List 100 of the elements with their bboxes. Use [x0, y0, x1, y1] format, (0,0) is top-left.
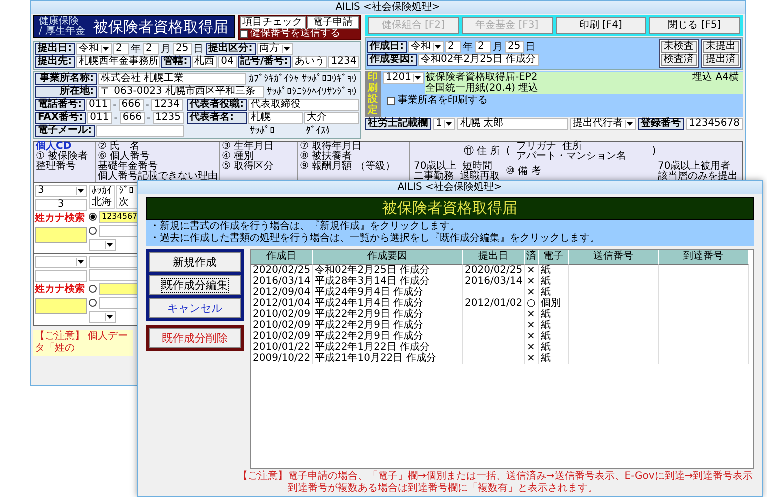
table-cell: 紙 — [539, 331, 569, 342]
form-title: 被保険者資格取得届 — [94, 18, 229, 36]
bracket: ( — [506, 147, 510, 157]
table-cell: × — [525, 320, 539, 331]
field-label: 事業所名称: — [35, 73, 97, 85]
table-cell: 平成22年2月9日 作成分 — [313, 309, 463, 320]
column-heading: ④ 種別 — [222, 152, 254, 162]
table-cell: × — [525, 309, 539, 320]
form-name: 被保険者資格取得届-EP2 — [425, 72, 538, 83]
table-cell: 紙 — [539, 287, 569, 298]
table-cell: 平成21年10月22日 作成分 — [313, 353, 463, 364]
unit-label: - — [113, 112, 119, 124]
table-cell: × — [525, 287, 539, 298]
table-cell: 平成24年9月4日 作成分 — [313, 287, 463, 298]
table-cell: 2012/01/02 — [463, 298, 525, 309]
column-heading: ⑦ 取得年月日 — [300, 142, 364, 152]
table-cell: 2012/01/04 — [251, 298, 313, 309]
notice-text: 【ご注意】 個人データ「姓の — [33, 330, 133, 356]
kana-reading: ﾎｯｶｲ — [91, 186, 113, 197]
unit-label: 月 — [160, 44, 172, 54]
table-cell: 紙 — [539, 342, 569, 353]
title-bar: AILIS <社会保険処理> — [138, 181, 762, 194]
table-cell: 紙 — [539, 265, 569, 276]
field-label: 記号/番号: — [238, 56, 292, 68]
table-cell: 平成22年2月9日 作成分 — [313, 320, 463, 331]
table-cell: 平成28年3月14日 作成分 — [313, 276, 463, 287]
table-cell: 令和02年2月25日 作成分 — [313, 265, 463, 276]
unit-label: 日 — [192, 44, 205, 54]
dialog-heading: 被保険者資格取得届 — [146, 197, 754, 220]
table-cell: 紙 — [539, 276, 569, 287]
paper-name: 全国統一用紙(20.4) 埋込 — [425, 83, 540, 94]
bracket: ) — [652, 147, 656, 157]
table-cell: × — [525, 276, 539, 287]
table-cell: × — [525, 353, 539, 364]
column-heading: ⑩ 備 考 — [506, 167, 542, 177]
table-cell: 2016/03/14 — [463, 276, 525, 287]
column-note: 70歳以上 — [414, 162, 457, 172]
table-cell: 2010/01/22 — [251, 342, 313, 353]
table-cell: 平成24年1月4日 作成分 — [313, 298, 463, 309]
table-cell: 紙 — [539, 309, 569, 320]
field-label: 登録番号 — [638, 118, 684, 130]
table-cell: 個別 — [539, 298, 569, 309]
field-label: 管轄: — [160, 56, 191, 68]
field-label: 所在地: — [35, 86, 97, 98]
table-cell: 紙 — [539, 320, 569, 331]
column-heading: 基礎年金番号 — [98, 162, 159, 172]
column-heading: ⑤ 取得区分 — [222, 162, 276, 172]
column-note: 住所 — [562, 142, 582, 152]
layout-label: 埋込 A4横 — [692, 72, 740, 83]
form-category: / 厚生年金 — [39, 26, 86, 36]
column-note: 70歳以上被用者 — [658, 162, 731, 172]
table-cell: 2010/02/09 — [251, 309, 313, 320]
field-label: 代表者名: — [187, 112, 247, 124]
column-heading: ③ 生年月日 — [222, 142, 276, 152]
kana-reading: ﾀﾞｲｽｹ — [305, 126, 332, 137]
column-heading: ② 氏 名 — [98, 142, 140, 152]
column-note: 短時間 — [462, 162, 493, 172]
field-label: 提出先: — [35, 56, 75, 68]
column-heading: ⑨ 報酬月額 （等級） — [300, 162, 396, 172]
table-cell: 紙 — [539, 353, 569, 364]
table-cell: 平成22年2月9日 作成分 — [313, 331, 463, 342]
unit-label: 日 — [524, 42, 537, 52]
field-label: 電子メール: — [35, 125, 95, 137]
unit-label: - — [112, 100, 118, 110]
kana-reading: ｻｯﾎﾟﾛｼﾆｼｸﾍｲﾜｻﾝｼﾞｮｳ — [266, 86, 358, 98]
table-cell: 2009/10/22 — [251, 353, 313, 364]
note-text: 【ご注意】電子申請の場合、「電子」欄→個別または一括、送信済み→送信番号表示、E-Govに到達→到達番号表示 — [238, 471, 754, 482]
unit-label: - — [146, 112, 152, 124]
column-note: 二事勤務 — [414, 172, 454, 182]
column-heading: ① 被保険者 — [36, 152, 90, 162]
form-category: 健康保険 — [39, 16, 79, 26]
column-heading: ⑪ 住 所 — [464, 147, 500, 157]
name-text: 次 — [118, 197, 130, 208]
column-heading: 整理番号 — [36, 162, 77, 172]
table-cell: × — [525, 331, 539, 342]
column-heading: ⑥ 個人番号 — [98, 152, 150, 162]
instruction-text: ・新規に書式の作成を行う場合は、『新規作成』をクリックします。 — [150, 221, 461, 232]
field-label: 提出区分: — [206, 43, 256, 55]
search-label: 姓カナ検索 — [35, 213, 86, 225]
checkbox-label: 事業所名を印刷する — [398, 96, 488, 106]
field-label: 提出日: — [35, 43, 75, 55]
column-note: フリガナ — [516, 142, 556, 152]
kana-reading: ｻｯﾎﾟﾛ — [249, 126, 276, 137]
title-bar: AILIS <社会保険処理> — [31, 1, 745, 14]
unit-label: 月 — [492, 42, 504, 52]
table-cell: 2020/02/25 — [463, 265, 525, 276]
column-heading: ⑧ 被扶養者 — [300, 152, 354, 162]
column-note: 退職再取 — [460, 172, 500, 182]
column-note: アパート・マンション名 — [516, 152, 626, 162]
table-cell: 2012/09/04 — [251, 287, 313, 298]
table-cell: ○ — [525, 298, 539, 309]
table-cell: 2016/03/14 — [251, 276, 313, 287]
unit-label: - — [144, 100, 150, 110]
unit-label: 年 — [462, 42, 474, 52]
table-cell: × — [525, 265, 539, 276]
field-label: 作成日: — [367, 41, 407, 53]
search-label: 姓カナ検索 — [35, 284, 86, 296]
checkbox-label: 健保番号を送信する — [250, 29, 341, 39]
field-label: 電話番号: — [35, 99, 85, 111]
table-cell: 2010/02/09 — [251, 331, 313, 342]
